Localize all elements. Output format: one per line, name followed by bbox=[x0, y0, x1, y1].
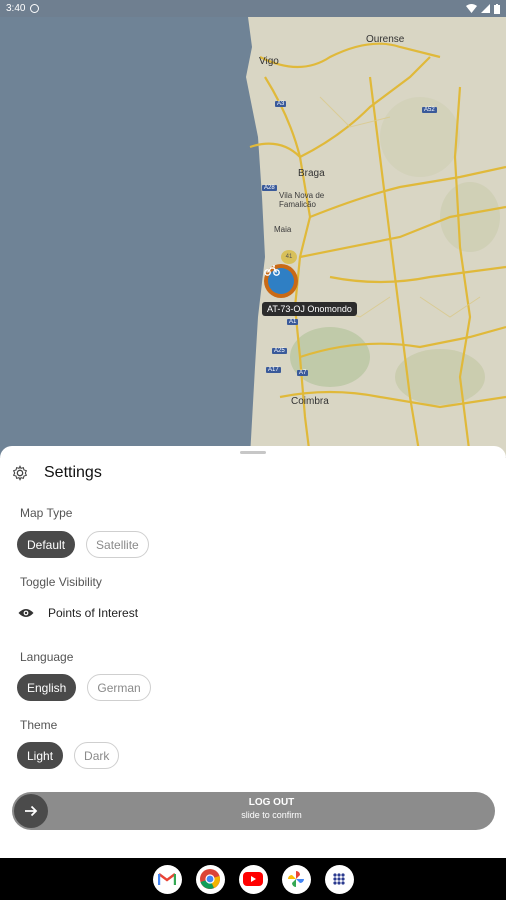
city-label: Coimbra bbox=[291, 396, 329, 407]
drag-handle[interactable] bbox=[240, 451, 266, 454]
map-canvas bbox=[0, 17, 506, 457]
road-shield: A1 bbox=[287, 319, 299, 325]
language-chips: English German bbox=[17, 674, 151, 701]
app-drawer-icon[interactable] bbox=[324, 864, 354, 894]
logout-subtitle: slide to confirm bbox=[241, 810, 302, 820]
logout-slider[interactable]: LOG OUT slide to confirm bbox=[12, 792, 495, 830]
chip-satellite[interactable]: Satellite bbox=[86, 531, 149, 558]
vehicle-label[interactable]: AT-73-OJ Onomondo bbox=[262, 302, 357, 316]
eye-icon bbox=[18, 609, 34, 617]
road-shield: A17 bbox=[266, 367, 281, 373]
chip-default[interactable]: Default bbox=[17, 531, 76, 558]
youtube-icon[interactable] bbox=[238, 864, 268, 894]
wifi-icon bbox=[466, 4, 477, 13]
map-view[interactable]: Ourense Vigo Braga Vila Nova de Famalicã… bbox=[0, 17, 506, 457]
slider-text: LOG OUT slide to confirm bbox=[12, 797, 495, 820]
page-title: Settings bbox=[44, 464, 102, 481]
poi-toggle[interactable]: Points of Interest bbox=[18, 606, 138, 620]
road-shield: A25 bbox=[272, 348, 287, 354]
cluster-badge[interactable]: 41 bbox=[281, 250, 297, 264]
battery-icon bbox=[494, 3, 500, 14]
city-label: Braga bbox=[298, 168, 325, 179]
chrome-icon[interactable] bbox=[195, 864, 225, 894]
theme-label: Theme bbox=[20, 718, 58, 732]
toggle-visibility-label: Toggle Visibility bbox=[20, 575, 102, 589]
chip-light[interactable]: Light bbox=[17, 742, 64, 769]
notification-icon bbox=[30, 4, 40, 13]
chip-dark[interactable]: Dark bbox=[74, 742, 120, 769]
city-label: Ourense bbox=[366, 34, 405, 45]
vehicle-marker[interactable] bbox=[264, 264, 298, 298]
settings-sheet: Settings Map Type Default Satellite Togg… bbox=[0, 446, 506, 858]
city-label: Vigo bbox=[259, 56, 279, 67]
status-bar: 3:40 bbox=[0, 0, 506, 17]
poi-label: Points of Interest bbox=[48, 606, 139, 620]
map-type-label: Map Type bbox=[20, 506, 73, 520]
map-type-chips: Default Satellite bbox=[17, 531, 149, 558]
city-label: Vila Nova de Famalicão bbox=[279, 191, 325, 209]
language-label: Language bbox=[20, 650, 74, 664]
road-shield: A52 bbox=[422, 107, 437, 113]
app-dock bbox=[0, 858, 506, 900]
chip-english[interactable]: English bbox=[17, 674, 77, 701]
theme-chips: Light Dark bbox=[17, 742, 120, 769]
motorcycle-icon bbox=[264, 265, 280, 276]
signal-icon bbox=[481, 4, 490, 13]
chip-german[interactable]: German bbox=[87, 674, 151, 701]
road-shield: A7 bbox=[297, 370, 309, 376]
road-shield: A28 bbox=[262, 185, 277, 191]
gear-icon bbox=[12, 465, 28, 481]
road-shield: A3 bbox=[275, 101, 287, 107]
clock: 3:40 bbox=[6, 3, 26, 14]
gmail-icon[interactable] bbox=[152, 864, 182, 894]
photos-icon[interactable] bbox=[281, 864, 311, 894]
sheet-header: Settings bbox=[12, 464, 102, 482]
logout-title: LOG OUT bbox=[248, 797, 295, 808]
city-label: Maia bbox=[274, 225, 292, 234]
